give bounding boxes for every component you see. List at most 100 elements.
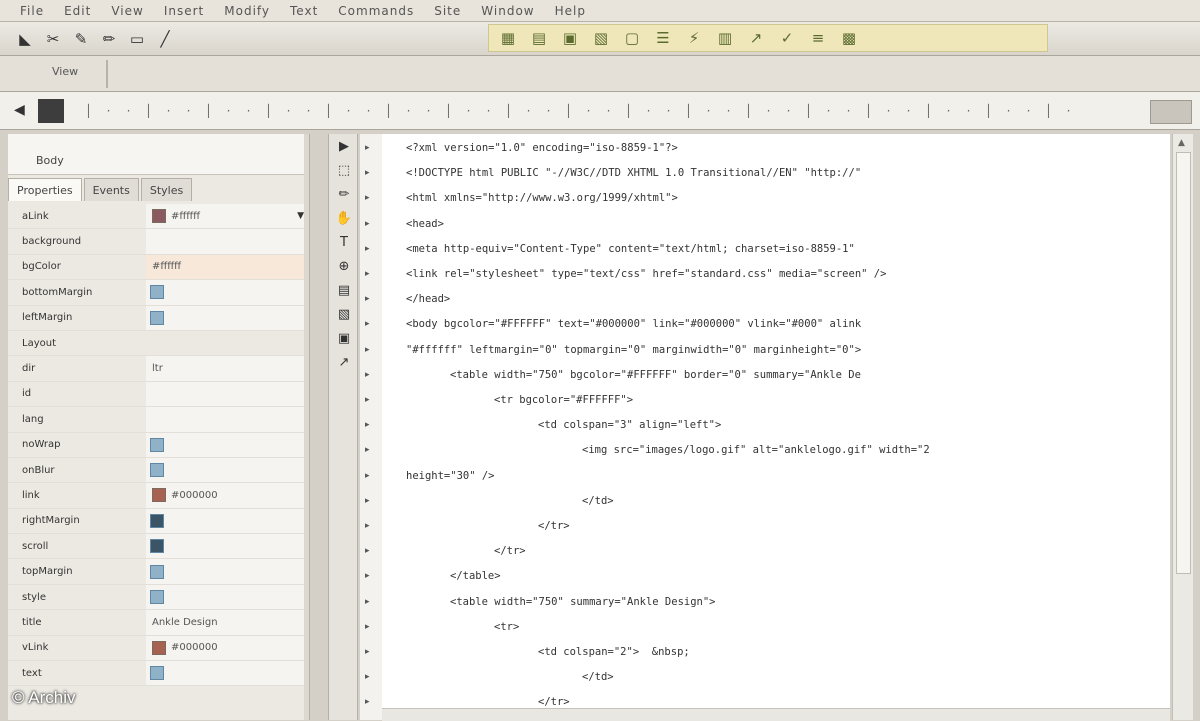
- code-icon[interactable]: ≡: [807, 27, 829, 49]
- tool-button[interactable]: │: [682, 101, 695, 121]
- pencil-icon[interactable]: ✏: [329, 182, 359, 206]
- tool-button[interactable]: │: [502, 101, 515, 121]
- line-marker[interactable]: ▸: [365, 394, 375, 406]
- tool-button[interactable]: ·: [102, 101, 115, 121]
- code-line[interactable]: <link rel="stylesheet" type="text/css" h…: [406, 262, 886, 286]
- pointer-icon[interactable]: ▶: [329, 134, 359, 158]
- property-value[interactable]: [146, 584, 309, 610]
- tool-button[interactable]: ·: [662, 101, 675, 121]
- chevron-down-icon[interactable]: ▼: [297, 211, 304, 221]
- property-row[interactable]: link #000000: [8, 483, 309, 509]
- property-row[interactable]: bottomMargin: [8, 280, 309, 306]
- line-marker[interactable]: ▸: [365, 142, 375, 154]
- tool-button[interactable]: ·: [222, 101, 235, 121]
- code-line[interactable]: "#ffffff" leftmargin="0" topmargin="0" m…: [406, 338, 861, 362]
- line-icon[interactable]: ╱: [154, 28, 176, 50]
- tool-button[interactable]: ·: [902, 101, 915, 121]
- table-icon[interactable]: ▤: [528, 27, 550, 49]
- line-marker[interactable]: ▸: [365, 293, 375, 305]
- code-line[interactable]: <table width="750" summary="Ankle Design…: [450, 590, 716, 614]
- panel-toggle-button[interactable]: [1150, 100, 1192, 124]
- property-value[interactable]: [146, 229, 309, 254]
- tool-button[interactable]: ·: [782, 101, 795, 121]
- property-value[interactable]: [146, 457, 309, 483]
- line-marker[interactable]: ▸: [365, 671, 375, 683]
- property-row[interactable]: leftMargin: [8, 305, 309, 331]
- tool-button[interactable]: │: [862, 101, 875, 121]
- select-icon[interactable]: ⬚: [329, 158, 359, 182]
- property-row[interactable]: lang: [8, 407, 309, 433]
- property-value[interactable]: [146, 661, 309, 686]
- tool-button[interactable]: │: [562, 101, 575, 121]
- color-swatch[interactable]: [38, 98, 64, 123]
- line-marker[interactable]: ▸: [365, 621, 375, 633]
- tool-button[interactable]: │: [262, 101, 275, 121]
- code-line[interactable]: <table width="750" bgcolor="#FFFFFF" bor…: [450, 363, 861, 387]
- property-value[interactable]: [146, 534, 309, 559]
- line-marker[interactable]: ▸: [365, 444, 375, 456]
- code-line[interactable]: </td>: [582, 665, 614, 689]
- property-value[interactable]: [146, 280, 309, 305]
- line-marker[interactable]: ▸: [365, 545, 375, 557]
- pointer-icon[interactable]: ◀: [14, 102, 32, 120]
- property-value[interactable]: [146, 508, 309, 534]
- property-row[interactable]: title Ankle Design: [8, 610, 309, 636]
- property-value[interactable]: [146, 407, 309, 432]
- tool-button[interactable]: │: [1042, 101, 1055, 121]
- menu-item-help[interactable]: Help: [555, 4, 586, 18]
- property-value[interactable]: #ffffff ▼: [146, 204, 309, 229]
- tool-button[interactable]: ·: [762, 101, 775, 121]
- property-row[interactable]: text: [8, 661, 309, 687]
- property-row[interactable]: bgColor #ffffff: [8, 254, 309, 281]
- line-marker[interactable]: ▸: [365, 243, 375, 255]
- editor-scrollbar[interactable]: ▲: [1172, 134, 1193, 720]
- horizontal-scrollbar[interactable]: [382, 708, 1170, 721]
- form-icon[interactable]: ▥: [714, 27, 736, 49]
- tab-events[interactable]: Events: [83, 178, 139, 201]
- brush-icon[interactable]: ✎: [70, 28, 92, 50]
- tool-button[interactable]: ·: [162, 101, 175, 121]
- line-marker[interactable]: ▸: [365, 192, 375, 204]
- checkbox[interactable]: [150, 666, 164, 681]
- color-swatch[interactable]: [152, 640, 166, 655]
- tool-button[interactable]: │: [802, 101, 815, 121]
- menu-item-modify[interactable]: Modify: [224, 4, 270, 18]
- color-swatch[interactable]: [152, 209, 166, 224]
- code-line[interactable]: <!DOCTYPE html PUBLIC "-//W3C//DTD XHTML…: [406, 161, 861, 185]
- image-icon[interactable]: ▣: [559, 27, 581, 49]
- tool-button[interactable]: ·: [882, 101, 895, 121]
- code-line[interactable]: </td>: [582, 489, 614, 513]
- edit-icon[interactable]: ▩: [838, 27, 860, 49]
- tool-button[interactable]: ·: [342, 101, 355, 121]
- property-value[interactable]: #000000: [146, 635, 309, 661]
- tool-button[interactable]: ·: [642, 101, 655, 121]
- property-row[interactable]: onBlur: [8, 457, 309, 484]
- color-swatch[interactable]: [152, 488, 166, 503]
- code-line[interactable]: <tr bgcolor="#FFFFFF">: [494, 388, 633, 412]
- tool-button[interactable]: │: [442, 101, 455, 121]
- menu-item-edit[interactable]: Edit: [64, 4, 91, 18]
- code-line[interactable]: <html xmlns="http://www.w3.org/1999/xhtm…: [406, 186, 678, 210]
- property-row[interactable]: style: [8, 584, 309, 611]
- tool-button[interactable]: │: [742, 101, 755, 121]
- code-line[interactable]: <td colspan="2"> &nbsp;: [538, 640, 690, 664]
- tool-button[interactable]: ·: [962, 101, 975, 121]
- line-marker[interactable]: ▸: [365, 369, 375, 381]
- line-marker[interactable]: ▸: [365, 646, 375, 658]
- line-marker[interactable]: ▸: [365, 596, 375, 608]
- checkbox[interactable]: [150, 564, 164, 579]
- property-value[interactable]: #000000: [146, 483, 309, 508]
- code-editor[interactable]: <?xml version="1.0" encoding="iso-8859-1…: [382, 134, 1170, 720]
- tool-button[interactable]: │: [922, 101, 935, 121]
- tool-button[interactable]: ·: [302, 101, 315, 121]
- checkbox[interactable]: [150, 463, 164, 478]
- table-icon[interactable]: ▤: [329, 278, 359, 302]
- tool-button[interactable]: ·: [1062, 101, 1075, 121]
- tool-button[interactable]: ·: [702, 101, 715, 121]
- checkbox[interactable]: [150, 310, 164, 325]
- code-line[interactable]: <?xml version="1.0" encoding="iso-8859-1…: [406, 136, 678, 160]
- menu-item-commands[interactable]: Commands: [338, 4, 414, 18]
- zoom-icon[interactable]: ⊕: [329, 254, 359, 278]
- checkbox[interactable]: [150, 513, 164, 528]
- line-marker[interactable]: ▸: [365, 470, 375, 482]
